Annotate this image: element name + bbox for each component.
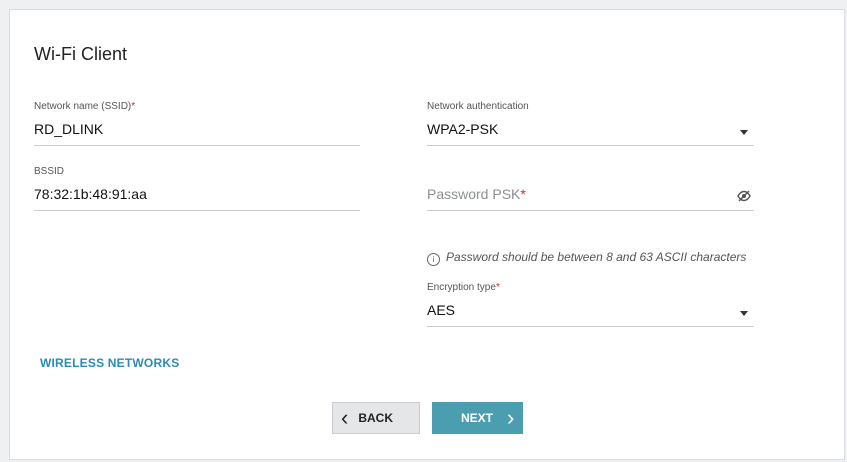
bssid-input[interactable]: 78:32:1b:48:91:aa <box>34 186 147 202</box>
auth-underline <box>427 145 754 146</box>
required-mark: * <box>520 186 526 202</box>
next-button-label: NEXT <box>461 411 494 425</box>
auth-label: Network authentication <box>427 101 529 112</box>
password-hint: i Password should be between 8 and 63 ASC… <box>427 250 746 266</box>
encryption-select[interactable]: Encryption type* AES <box>427 282 754 328</box>
password-psk-placeholder: Password PSK <box>427 186 521 202</box>
required-mark: * <box>495 282 500 293</box>
required-mark: * <box>131 101 136 112</box>
back-button-label: BACK <box>358 411 393 425</box>
ssid-label-text: Network name (SSID) <box>34 101 132 112</box>
password-hint-text: Password should be between 8 and 63 ASCI… <box>446 250 747 264</box>
chevron-right-icon: › <box>507 405 515 430</box>
ssid-underline <box>34 145 360 146</box>
password-psk-field[interactable]: Password PSK* <box>427 166 754 212</box>
auth-value: WPA2-PSK <box>427 121 499 137</box>
bssid-field[interactable]: BSSID 78:32:1b:48:91:aa <box>34 166 360 212</box>
page-title: Wi-Fi Client <box>34 44 127 64</box>
ssid-input[interactable]: RD_DLINK <box>34 121 103 137</box>
chevron-down-icon[interactable] <box>740 130 748 135</box>
ssid-label: Network name (SSID)* <box>34 101 135 112</box>
auth-select[interactable]: Network authentication WPA2-PSK <box>427 101 754 147</box>
next-button[interactable]: NEXT › <box>432 402 523 434</box>
bssid-label: BSSID <box>34 166 65 177</box>
encryption-label: Encryption type* <box>427 282 500 293</box>
info-icon: i <box>427 253 440 266</box>
wireless-networks-link[interactable]: WIRELESS NETWORKS <box>40 356 179 370</box>
encryption-underline <box>427 326 754 327</box>
password-psk-underline <box>427 210 754 211</box>
encryption-value: AES <box>427 302 456 318</box>
wifi-client-card: Wi-Fi Client Network name (SSID)* RD_DLI… <box>9 9 845 460</box>
password-psk-input[interactable]: Password PSK* <box>427 186 526 202</box>
eye-off-icon[interactable] <box>737 190 751 202</box>
encryption-label-text: Encryption type <box>427 282 496 293</box>
chevron-down-icon[interactable] <box>740 311 748 316</box>
bssid-underline <box>34 210 360 211</box>
chevron-left-icon: ‹ <box>341 405 349 430</box>
back-button[interactable]: ‹ BACK <box>332 402 420 434</box>
ssid-field[interactable]: Network name (SSID)* RD_DLINK <box>34 101 360 147</box>
